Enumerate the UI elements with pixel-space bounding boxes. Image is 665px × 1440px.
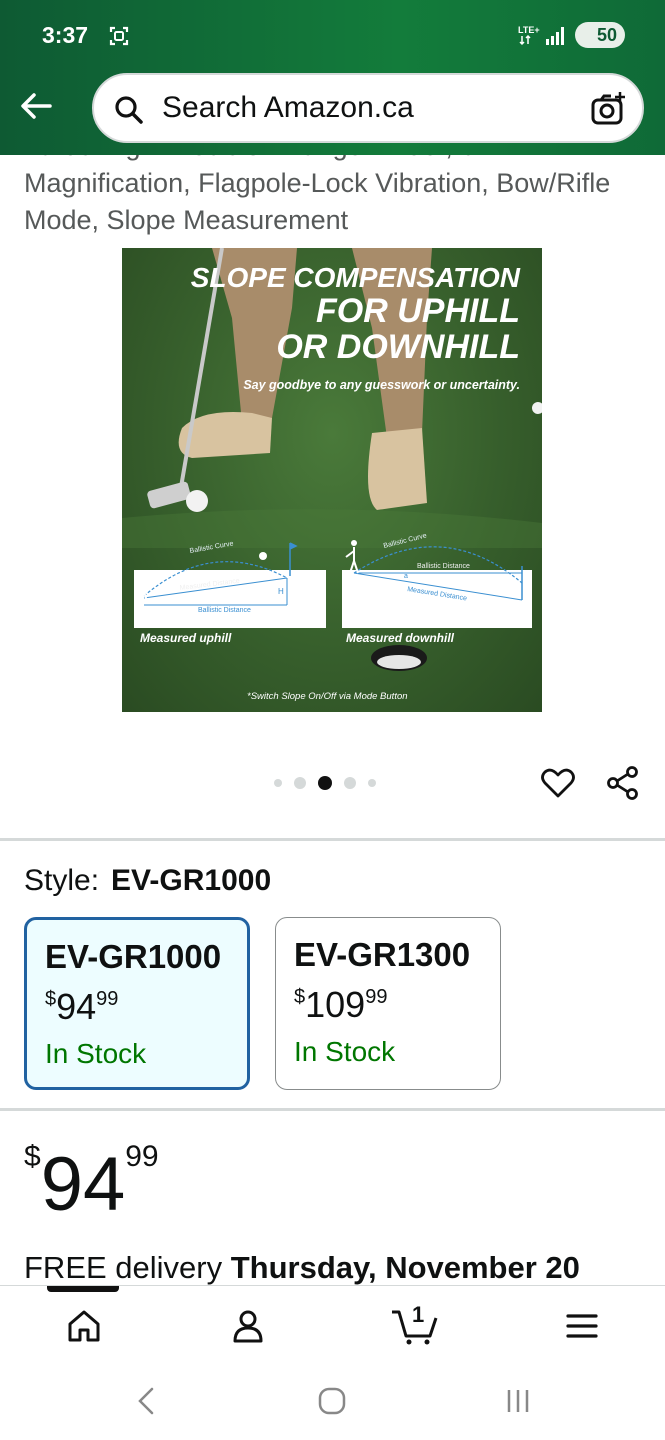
downhill-caption: Measured downhill xyxy=(346,631,455,645)
back-arrow-icon[interactable] xyxy=(18,88,54,124)
system-navigation-bar xyxy=(0,1365,665,1440)
style-option-stock: In Stock xyxy=(45,1038,147,1069)
product-image[interactable]: SLOPE COMPENSATION FOR UPHILL OR DOWNHIL… xyxy=(122,248,542,712)
search-icon xyxy=(115,96,143,124)
account-icon[interactable] xyxy=(228,1306,268,1346)
heart-icon[interactable] xyxy=(540,765,576,801)
style-label: Style: EV-GR1000 xyxy=(24,864,271,898)
uphill-curve-label: Ballistic Curve xyxy=(189,540,234,555)
section-divider xyxy=(0,1108,665,1111)
search-input[interactable]: Search Amazon.ca xyxy=(92,73,644,143)
style-option-ev-gr1000[interactable]: EV-GR1000 $9499 In Stock xyxy=(24,917,250,1090)
section-divider xyxy=(0,838,665,841)
style-option-name: EV-GR1300 xyxy=(294,936,471,973)
style-option-price: $10999 xyxy=(294,984,388,1025)
carousel-dot[interactable] xyxy=(294,777,306,789)
bottom-navigation: 1 xyxy=(0,1285,665,1365)
menu-icon[interactable] xyxy=(562,1306,602,1346)
system-recents-icon[interactable] xyxy=(500,1383,536,1419)
screenshot-icon xyxy=(109,26,129,46)
cart-count: 1 xyxy=(412,1302,425,1327)
carousel-dot-active[interactable] xyxy=(318,776,332,790)
style-option-price: $9499 xyxy=(45,986,119,1027)
delivery-date: Thursday, November 20 xyxy=(230,1250,580,1285)
uphill-caption: Measured uphill xyxy=(140,631,232,645)
app-header: 3:37 LTE+ 50 Search Amazon.ca xyxy=(0,0,665,155)
network-type: LTE+ xyxy=(518,25,540,35)
style-option-ev-gr1300[interactable]: EV-GR1300 $10999 In Stock xyxy=(275,917,501,1090)
battery-level: 50 xyxy=(596,25,617,45)
home-icon[interactable] xyxy=(64,1306,104,1346)
downhill-angle-label: a xyxy=(404,573,408,580)
downhill-ballistic-label: Ballistic Distance xyxy=(417,563,470,570)
product-price: $9499 xyxy=(24,1140,159,1228)
style-selected-value: EV-GR1000 xyxy=(111,864,272,897)
uphill-height-label: H xyxy=(278,587,284,596)
signal-icon: LTE+ xyxy=(518,25,564,46)
cart-button[interactable]: 1 xyxy=(390,1302,440,1346)
uphill-ballistic-label: Ballistic Distance xyxy=(198,607,251,614)
carousel-dot[interactable] xyxy=(274,779,282,787)
image-footnote: *Switch Slope On/Off via Mode Button xyxy=(247,691,408,702)
price-fraction: 99 xyxy=(125,1140,159,1173)
image-carousel-dots[interactable] xyxy=(274,776,376,790)
camera-search-icon[interactable] xyxy=(590,91,626,127)
price-currency: $ xyxy=(24,1140,41,1173)
price-whole: 94 xyxy=(40,1142,126,1227)
carousel-dot[interactable] xyxy=(368,779,376,787)
search-placeholder: Search Amazon.ca xyxy=(162,91,414,124)
active-tab-indicator xyxy=(47,1286,119,1292)
system-back-icon[interactable] xyxy=(130,1383,166,1419)
status-bar: 3:37 LTE+ 50 xyxy=(0,0,665,70)
carousel-dot[interactable] xyxy=(344,777,356,789)
share-icon[interactable] xyxy=(605,765,641,801)
status-time: 3:37 xyxy=(42,22,89,48)
system-home-icon[interactable] xyxy=(314,1383,350,1419)
delivery-info: FREE delivery Thursday, November 20 xyxy=(24,1250,580,1286)
style-label-text: Style: xyxy=(24,864,100,897)
delivery-prefix: FREE delivery xyxy=(24,1250,223,1285)
style-option-stock: In Stock xyxy=(294,1036,396,1067)
uphill-measured-label: Measured Distance xyxy=(179,578,240,592)
battery-indicator: 50 xyxy=(575,22,625,48)
style-option-name: EV-GR1000 xyxy=(45,938,222,975)
